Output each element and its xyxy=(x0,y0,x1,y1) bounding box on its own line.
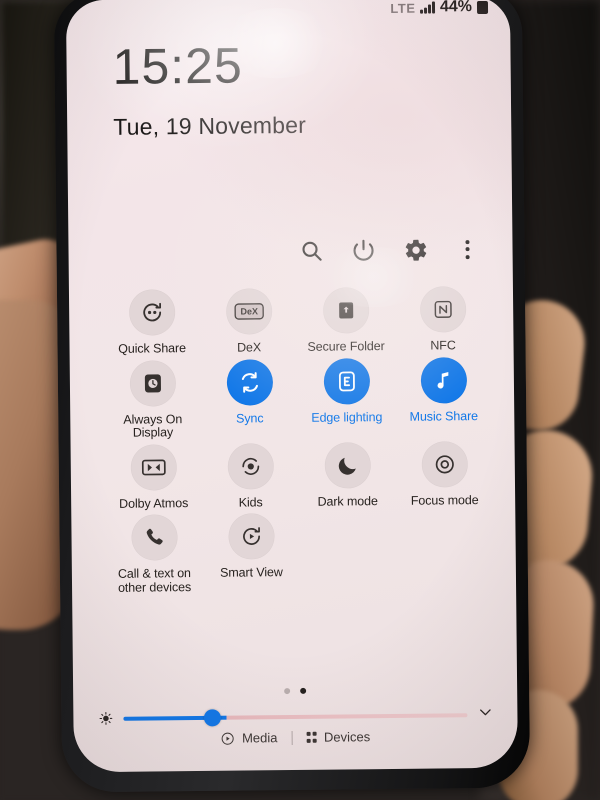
page-dot[interactable] xyxy=(284,688,291,695)
tile-label: Sync xyxy=(236,410,264,426)
page-indicator[interactable] xyxy=(73,686,517,697)
tile-label: NFC xyxy=(430,338,456,353)
tile-label: Smart View xyxy=(219,565,283,580)
tile-label: Music Share xyxy=(409,408,479,424)
chevron-down-icon[interactable] xyxy=(477,704,493,725)
devices-label: Devices xyxy=(323,729,371,745)
dark-mode-icon[interactable] xyxy=(324,441,371,489)
tile-quick-share[interactable]: Quick Share xyxy=(103,289,201,357)
devices-icon xyxy=(306,732,318,743)
tile-dolby-atmos[interactable]: Dolby Atmos xyxy=(105,443,203,511)
nfc-icon[interactable] xyxy=(419,286,466,333)
battery-icon xyxy=(476,0,489,14)
tile-label: DeX xyxy=(236,340,262,355)
more-options-icon[interactable] xyxy=(454,236,480,262)
tile-row: Always On Display Sync Edge lighting Mus… xyxy=(104,356,495,440)
signal-icon xyxy=(420,1,436,14)
sync-icon[interactable] xyxy=(226,358,273,406)
quick-settings-actions xyxy=(298,236,480,264)
tile-label: Focus mode xyxy=(410,492,479,508)
power-icon[interactable] xyxy=(350,237,376,263)
music-share-icon[interactable] xyxy=(420,356,467,404)
tile-label: Quick Share xyxy=(118,341,186,356)
dolby-atmos-icon[interactable] xyxy=(130,443,177,491)
phone-body: LTE 44% 15:25 Tue, 19 November Quick Sha… xyxy=(53,0,531,793)
dex-icon[interactable]: DeX xyxy=(225,288,272,335)
tile-kids[interactable]: Kids xyxy=(202,442,300,510)
always-on-display-icon[interactable] xyxy=(129,359,176,407)
lockscreen-date: Tue, 19 November xyxy=(113,111,307,140)
play-icon xyxy=(222,732,235,745)
tile-focus-mode[interactable]: Focus mode xyxy=(396,440,494,508)
call-text-other-devices-icon[interactable] xyxy=(130,514,178,561)
tile-edge-lighting[interactable]: Edge lighting xyxy=(298,357,396,438)
search-icon[interactable] xyxy=(298,238,324,264)
tile-row: Quick Share DeX DeX Secure Folder NFC xyxy=(103,286,494,357)
brightness-icon xyxy=(97,710,113,726)
screenshot-scene: LTE 44% 15:25 Tue, 19 November Quick Sha… xyxy=(0,0,600,800)
tile-nfc[interactable]: NFC xyxy=(394,286,492,354)
tile-label: Always On Display xyxy=(123,411,183,440)
tile-label: Edge lighting xyxy=(311,409,383,425)
tile-label: Call & text on other devices xyxy=(117,566,192,595)
secure-folder-icon[interactable] xyxy=(322,287,369,334)
smart-view-icon[interactable] xyxy=(227,513,275,560)
phone-screen: LTE 44% 15:25 Tue, 19 November Quick Sha… xyxy=(65,0,518,773)
brightness-slider-track[interactable] xyxy=(123,708,468,726)
gear-icon[interactable] xyxy=(402,237,428,263)
tile-dark-mode[interactable]: Dark mode xyxy=(299,441,397,509)
status-bar: LTE 44% xyxy=(390,0,489,19)
tile-label: Secure Folder xyxy=(307,339,385,354)
brightness-slider-row[interactable] xyxy=(97,704,493,729)
tile-call-text-other-devices[interactable]: Call & text on other devices xyxy=(105,514,203,595)
quick-share-icon[interactable] xyxy=(128,289,175,336)
tile-music-share[interactable]: Music Share xyxy=(395,356,493,437)
svg-text:DeX: DeX xyxy=(240,306,258,316)
lockscreen-clock: 15:25 xyxy=(112,37,244,95)
tile-row: Call & text on other devices Smart View xyxy=(105,511,496,595)
media-devices-bar: Media Devices xyxy=(74,728,518,748)
tile-secure-folder[interactable]: Secure Folder xyxy=(297,287,395,355)
tile-sync[interactable]: Sync xyxy=(201,358,299,439)
tile-smart-view[interactable]: Smart View xyxy=(202,513,300,594)
tile-dex[interactable]: DeX DeX xyxy=(200,288,298,356)
devices-button[interactable]: Devices xyxy=(306,729,370,745)
tile-label: Dark mode xyxy=(317,493,378,509)
page-dot-active[interactable] xyxy=(300,687,307,694)
brightness-slider-thumb[interactable] xyxy=(204,708,222,726)
tile-row: Dolby Atmos Kids Dark mode Focus mode xyxy=(105,440,496,511)
edge-lighting-icon[interactable] xyxy=(323,357,370,405)
media-label: Media xyxy=(241,730,278,746)
media-button[interactable]: Media xyxy=(221,730,278,746)
carrier-label: LTE xyxy=(390,0,416,16)
battery-percent-label: 44% xyxy=(439,0,473,16)
divider xyxy=(291,730,293,745)
quick-settings-grid: Quick Share DeX DeX Secure Folder NFC Al… xyxy=(103,286,496,599)
tile-always-on-display[interactable]: Always On Display xyxy=(104,359,202,440)
focus-mode-icon[interactable] xyxy=(421,440,468,488)
kids-icon[interactable] xyxy=(227,442,274,490)
tile-label: Kids xyxy=(238,494,263,510)
tile-label: Dolby Atmos xyxy=(119,495,189,511)
